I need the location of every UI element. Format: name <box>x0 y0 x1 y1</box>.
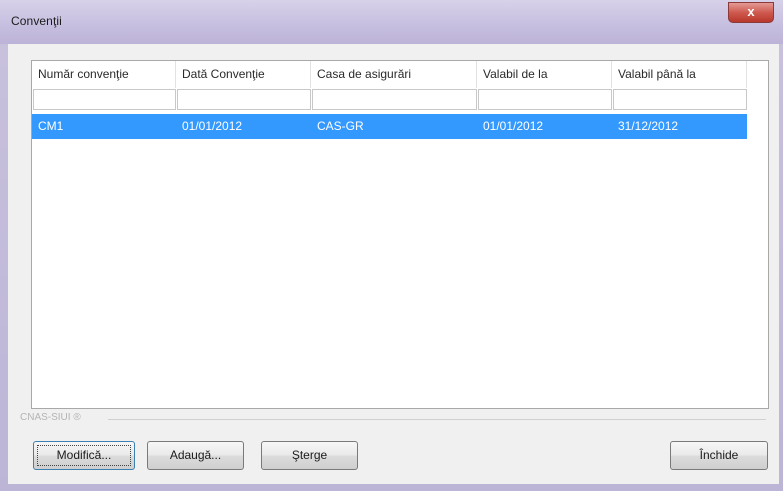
conventions-list[interactable]: Număr convenţie Dată Convenţie Casa de a… <box>31 60 769 409</box>
modify-button[interactable]: Modifică... <box>33 441 135 470</box>
group-divider <box>108 419 766 420</box>
delete-button-label: Şterge <box>291 448 328 462</box>
dialog-body: Număr convenţie Dată Convenţie Casa de a… <box>8 44 779 484</box>
close-window-button[interactable]: x <box>728 2 774 23</box>
filter-row <box>32 89 768 111</box>
filter-valabil-pana-la-input[interactable] <box>613 89 747 110</box>
cell-valabil-de-la: 01/01/2012 <box>483 119 544 133</box>
close-icon: x <box>747 4 755 19</box>
window-title: Convenţii <box>11 14 62 28</box>
column-header-numar[interactable]: Număr convenţie <box>32 61 176 88</box>
column-header-row: Număr convenţie Dată Convenţie Casa de a… <box>32 61 768 88</box>
close-button[interactable]: Închide <box>670 441 768 470</box>
close-button-label: Închide <box>699 448 739 462</box>
column-header-valabil-de-la[interactable]: Valabil de la <box>477 61 612 88</box>
add-button[interactable]: Adaugă... <box>147 441 244 470</box>
filter-numar-input[interactable] <box>33 89 176 110</box>
cell-data: 01/01/2012 <box>182 119 243 133</box>
cell-valabil-pana-la: 31/12/2012 <box>618 119 679 133</box>
window: Convenţii x Număr convenţie Dată Convenţ… <box>0 0 783 491</box>
column-header-casa[interactable]: Casa de asigurări <box>311 61 477 88</box>
delete-button[interactable]: Şterge <box>261 441 358 470</box>
table-row[interactable]: CM1 01/01/2012 CAS-GR 01/01/2012 31/12/2… <box>32 114 747 139</box>
cell-numar: CM1 <box>38 119 64 133</box>
modify-button-label: Modifică... <box>56 448 112 462</box>
filter-casa-input[interactable] <box>312 89 477 110</box>
add-button-label: Adaugă... <box>169 448 222 462</box>
filter-data-input[interactable] <box>177 89 311 110</box>
column-header-data[interactable]: Dată Convenţie <box>176 61 311 88</box>
filter-valabil-de-la-input[interactable] <box>478 89 612 110</box>
column-header-valabil-pana-la[interactable]: Valabil până la <box>612 61 747 88</box>
title-bar[interactable]: Convenţii x <box>0 0 783 44</box>
cell-casa: CAS-GR <box>317 119 364 133</box>
group-label: CNAS-SIUI ® <box>20 412 85 423</box>
